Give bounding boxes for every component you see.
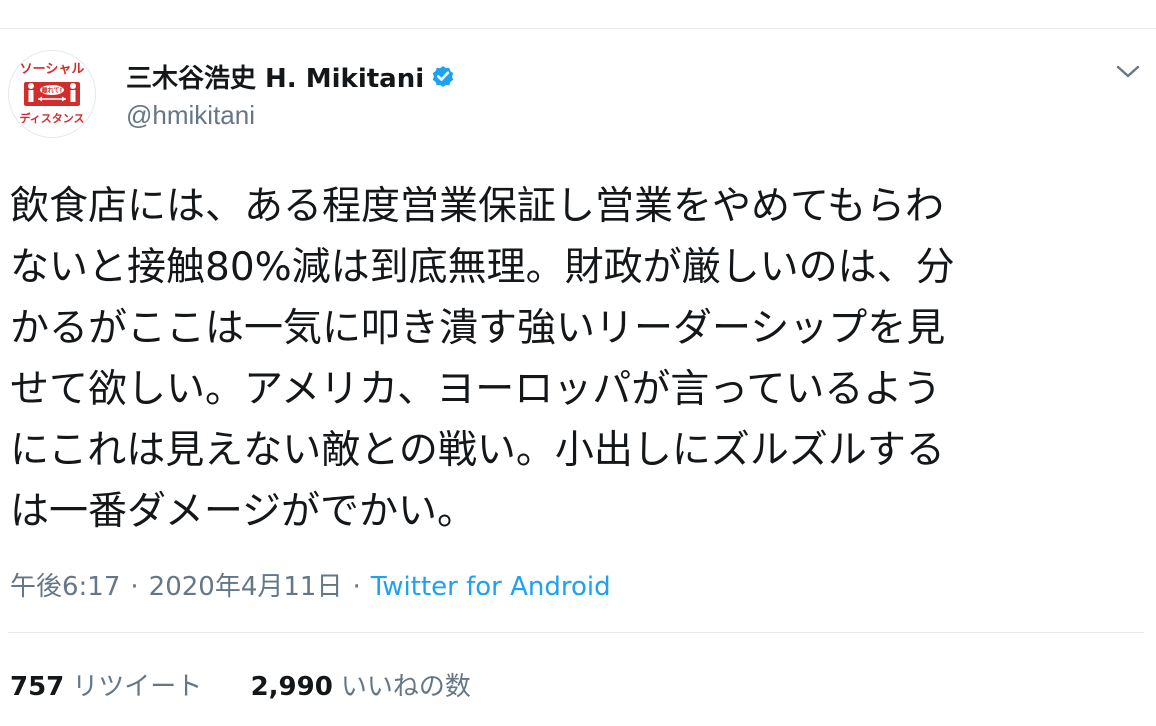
meta-separator: ·: [352, 572, 361, 602]
tweet-text-line: かるがここは一気に叩き潰す強いリーダーシップを見: [10, 306, 946, 351]
top-divider: [0, 28, 1156, 29]
tweet-meta: 午後6:17 · 2020年4月11日 · Twitter for Android: [10, 566, 611, 603]
author-handle[interactable]: @hmikitani: [126, 100, 255, 131]
tweet-stats: 757 リツイート 2,990 いいねの数: [10, 666, 511, 703]
retweets-stat[interactable]: 757 リツイート: [10, 666, 202, 703]
verified-badge-icon: [432, 66, 454, 88]
tweet-text-line: は一番ダメージがでかい。: [10, 489, 477, 534]
retweets-count: 757: [10, 672, 65, 702]
tweet-page: ソーシャル 離れて! ディスタンス 三木谷浩史 H. Mikitani @hmi…: [0, 0, 1156, 726]
tweet-text-line: ないと接触80%減は到底無理。財政が厳しいのは、分: [10, 245, 955, 290]
author-display-name[interactable]: 三木谷浩史 H. Mikitani: [126, 58, 424, 95]
stats-divider: [8, 632, 1144, 633]
avatar-top-text: ソーシャル: [20, 62, 85, 77]
tweet-date[interactable]: 2020年4月11日: [149, 572, 343, 602]
tweet-text-line: にこれは見えない敵との戦い。小出しにズルズルする: [10, 428, 945, 473]
tweet-text-line: 飲食店には、ある程度営業保証し営業をやめてもらわ: [10, 184, 945, 229]
likes-stat[interactable]: 2,990 いいねの数: [251, 666, 471, 703]
more-options-button[interactable]: [1112, 58, 1144, 86]
likes-label: いいねの数: [340, 672, 471, 702]
tweet-text: 飲食店には、ある程度営業保証し営業をやめてもらわ ないと接触80%減は到底無理。…: [10, 176, 1122, 542]
chevron-down-icon: [1116, 65, 1140, 78]
tweet-source-link[interactable]: Twitter for Android: [371, 572, 611, 602]
avatar-bottom-text: ディスタンス: [19, 111, 84, 125]
tweet-time[interactable]: 午後6:17: [10, 572, 120, 602]
tweet-text-line: せて欲しい。アメリカ、ヨーロッパが言っているよう: [10, 367, 942, 412]
author-name-row: 三木谷浩史 H. Mikitani: [126, 56, 456, 96]
social-distance-avatar-icon: ソーシャル 離れて! ディスタンス: [9, 51, 95, 137]
avatar[interactable]: ソーシャル 離れて! ディスタンス: [8, 50, 96, 138]
avatar-bubble-text: 離れて!: [42, 87, 63, 95]
meta-separator: ·: [130, 572, 139, 602]
likes-count: 2,990: [250, 672, 333, 702]
retweets-label: リツイート: [72, 672, 203, 702]
